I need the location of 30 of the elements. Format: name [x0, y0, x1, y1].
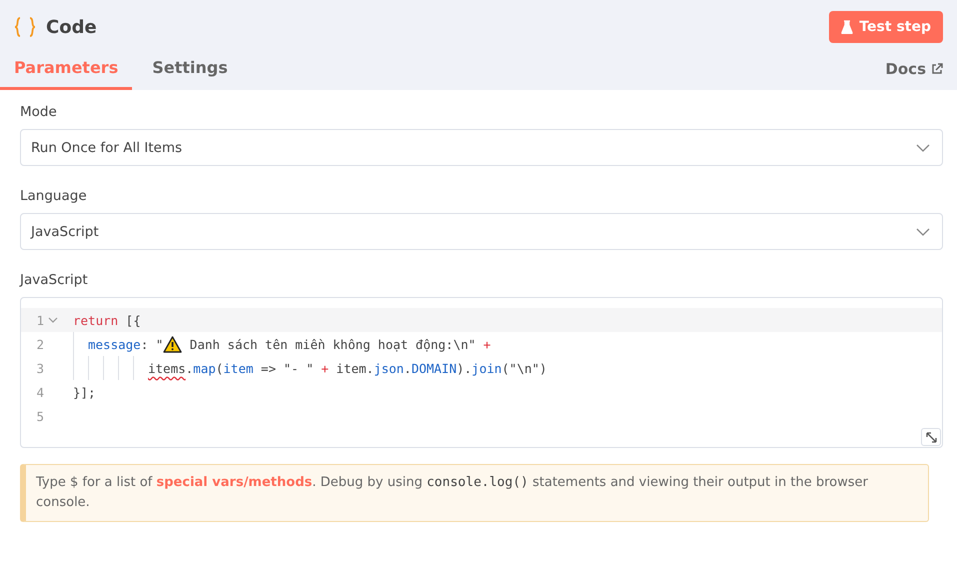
line-number: 5	[35, 408, 44, 424]
tab[interactable]: Settings	[138, 54, 242, 90]
chevron-down-icon	[916, 144, 930, 152]
line-number: 2	[35, 336, 44, 352]
code-line: message: " Danh sách tên miền không hoạt động:\n" +	[73, 332, 491, 356]
field-label: Mode	[20, 104, 58, 120]
warning-icon	[163, 336, 182, 352]
docs-link[interactable]: Docs	[885, 60, 943, 90]
select-field[interactable]: JavaScript	[20, 213, 943, 250]
diagonal-arrow-icon	[926, 432, 936, 442]
code-line: }];	[73, 384, 96, 402]
line-number: 3	[35, 360, 44, 376]
special-vars-link[interactable]: special vars/methods	[156, 475, 312, 490]
resize-handle[interactable]	[921, 428, 941, 446]
line-number: 4	[35, 384, 44, 400]
chevron-down-icon	[916, 228, 930, 236]
field-label: Language	[20, 188, 88, 204]
hint-text: Type $ for a list of special vars/methods. Debug by using console.log() statements and viewing their output in the browser console.	[20, 464, 929, 522]
code-line: return [{	[73, 312, 141, 330]
code-line: items.map(item => "- " + item.json.DOMAIN).join("\n")	[73, 356, 547, 380]
fold-chevron-icon[interactable]	[48, 317, 58, 323]
line-number: 1	[35, 312, 44, 328]
test-step-button[interactable]: Test step	[829, 11, 943, 43]
select-field[interactable]: Run Once for All Items	[20, 129, 943, 166]
code-editor[interactable]: 1 return [{ 2 message: " Danh sách tên miền không hoạt động:\n" + 3 items.map(item => "- " + item.json.DOMAIN).join("\n") 4 }]; 5	[20, 297, 943, 448]
braces-icon	[14, 16, 36, 38]
field-label: JavaScript	[20, 272, 89, 288]
flask-icon	[841, 20, 854, 34]
node-title: Code	[46, 16, 97, 38]
external-link-icon	[931, 63, 943, 75]
